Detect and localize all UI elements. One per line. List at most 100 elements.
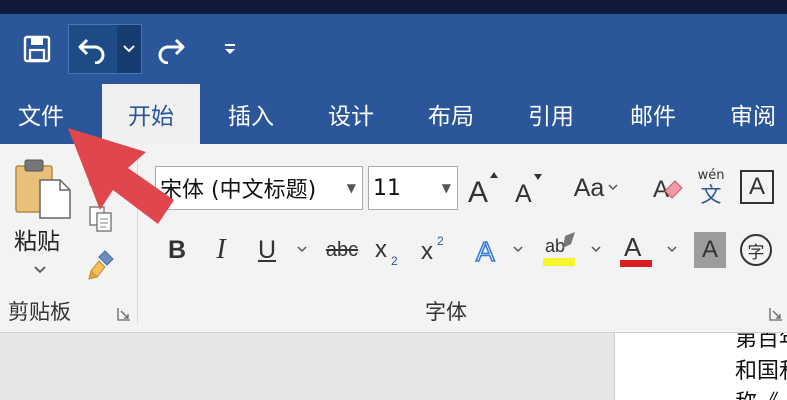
grow-font-button[interactable]: A [466,168,500,208]
svg-text:x: x [421,238,433,265]
enclose-characters-icon: 字 [747,242,765,263]
shrink-font-button[interactable]: A [512,168,546,208]
font-group-label: 字体 [425,300,467,324]
phonetic-guide-button[interactable]: wén 文 [694,166,728,210]
font-size-value: 11 [373,175,401,201]
clear-formatting-button[interactable]: A [650,168,686,208]
tab-layout[interactable]: 布局 [405,84,497,144]
svg-text:A: A [476,236,495,266]
ribbon-home: 粘贴 剪贴板 宋体 (中文标题) ▼ 11 ▼ A A Aa A wén 文 A… [0,144,787,333]
font-color-button[interactable]: A [616,228,656,272]
character-shading-button[interactable]: A [694,232,726,268]
highlighter-icon: ab [543,232,575,266]
tab-file[interactable]: 文件 [0,84,82,144]
chevron-down-icon [123,45,135,53]
phonetic-guide-top: wén [697,168,725,183]
underline-dropdown[interactable] [294,240,310,260]
underline-icon: U [257,235,277,264]
svg-text:ab: ab [545,236,565,256]
font-dialog-launcher[interactable] [768,306,784,322]
strikethrough-icon: abc [325,238,359,261]
undo-button[interactable] [69,25,117,73]
character-border-button[interactable]: A [740,170,774,204]
chevron-down-icon[interactable]: ▼ [347,181,356,195]
clipboard-dialog-launcher[interactable] [116,306,132,322]
format-painter-button[interactable] [86,248,116,282]
highlight-dropdown[interactable] [588,240,604,260]
change-case-button[interactable]: Aa [566,168,626,208]
superscript-icon: x 2 [421,234,444,265]
document-line: 和国和 [735,359,787,384]
customize-icon [225,44,235,54]
font-color-icon: A [620,232,652,267]
bold-button[interactable]: B [160,230,194,270]
launcher-icon [117,308,130,321]
text-effects-dropdown[interactable] [510,240,526,260]
quick-access-toolbar [0,14,787,84]
clear-formatting-icon: A [653,176,683,203]
svg-text:2: 2 [391,254,398,267]
strikethrough-button[interactable]: abc [322,230,362,270]
redo-button[interactable] [145,24,195,74]
superscript-button[interactable]: x 2 [418,230,454,270]
copy-button[interactable] [86,204,116,234]
customize-qat-button[interactable] [205,24,255,74]
cut-button[interactable] [86,170,108,192]
text-effects-icon: A [475,235,496,266]
launcher-icon [769,308,782,321]
undo-group [68,24,142,74]
tab-review[interactable]: 审阅 [707,84,787,144]
tab-references[interactable]: 引用 [505,84,597,144]
tab-insert[interactable]: 插入 [205,84,297,144]
enclose-characters-button[interactable]: 字 [740,234,772,266]
chevron-down-icon [591,246,601,253]
svg-text:x: x [375,236,387,263]
highlight-button[interactable]: ab [540,228,580,272]
underline-button[interactable]: U [250,230,284,270]
tab-design[interactable]: 设计 [305,84,397,144]
paste-icon [15,159,71,219]
change-case-label: Aa [573,173,605,202]
undo-icon [78,38,105,64]
font-name-value: 宋体 (中文标题) [160,178,317,203]
font-name-combo[interactable]: 宋体 (中文标题) ▼ [155,166,363,210]
tab-home[interactable]: 开始 [102,84,200,144]
save-button[interactable] [12,24,62,74]
svg-text:2: 2 [437,234,444,248]
tab-mailings[interactable]: 邮件 [607,84,699,144]
text-effects-button[interactable]: A [470,230,506,270]
group-separator [137,154,138,324]
shrink-font-icon: A [515,174,542,206]
chevron-down-icon [608,184,618,191]
chevron-down-icon[interactable] [34,259,46,278]
grow-font-icon: A [468,172,498,206]
format-painter-icon [88,250,114,280]
document-line: 称《 [735,385,779,400]
chevron-down-icon [667,246,677,253]
chevron-down-icon [297,246,307,253]
font-size-combo[interactable]: 11 ▼ [368,166,458,210]
bold-icon: B [167,235,187,264]
copy-icon [89,206,112,232]
phonetic-guide-bottom: 文 [700,183,722,207]
ribbon-tabs: 文件 开始 插入 设计 布局 引用 邮件 审阅 [0,84,787,144]
window-top-edge [0,0,787,14]
italic-icon: I [216,234,226,265]
svg-text:A: A [515,180,532,206]
svg-text:A: A [624,232,642,262]
svg-text:A: A [468,176,488,206]
save-icon [23,35,51,63]
scissors-icon [89,173,105,187]
font-color-dropdown[interactable] [664,240,680,260]
chevron-down-icon [513,246,523,253]
clipboard-group-label: 剪贴板 [8,300,71,324]
chevron-down-icon[interactable]: ▼ [442,181,451,195]
paste-label: 粘贴 [14,229,60,255]
character-shading-icon: A [701,236,718,263]
document-line: 第百年 [735,333,787,352]
undo-dropdown[interactable] [117,25,141,73]
italic-button[interactable]: I [204,230,238,270]
document-page[interactable]: 第百年 和国和 称《 [614,333,787,400]
character-border-icon: A [748,173,765,200]
subscript-button[interactable]: x 2 [372,230,408,270]
